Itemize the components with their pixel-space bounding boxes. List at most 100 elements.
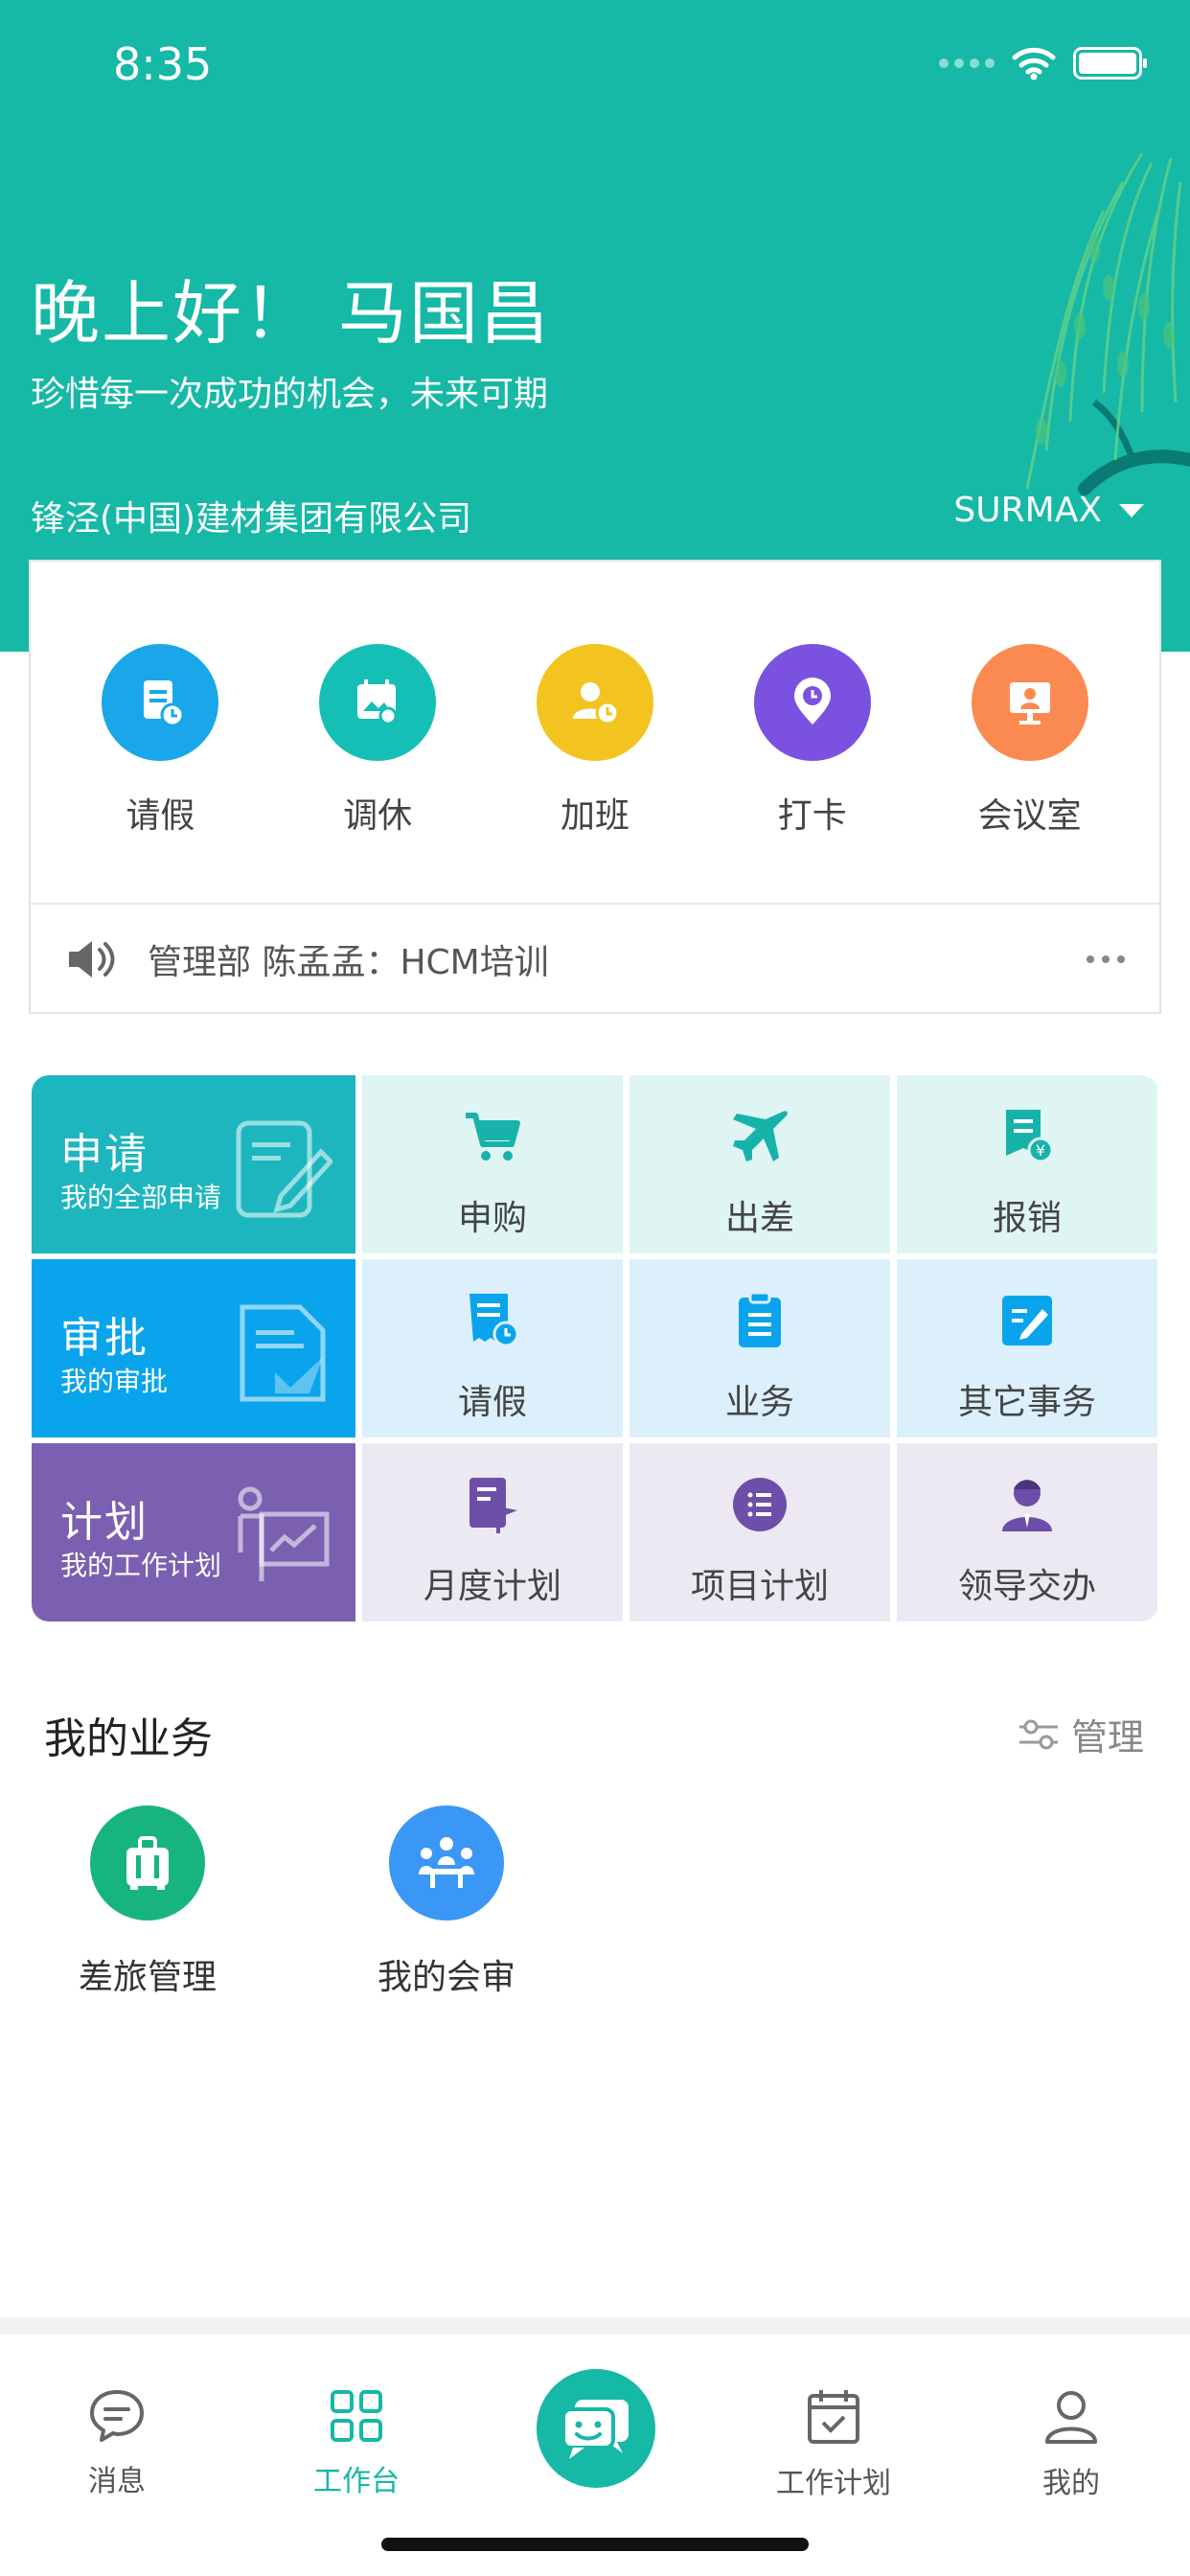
- grid-item-label: 申购: [457, 1199, 527, 1238]
- quick-action-overtime[interactable]: 加班: [499, 562, 691, 903]
- tab-label: 消息: [88, 2465, 146, 2498]
- plan-leader-assigned-button[interactable]: 领导交办: [897, 1443, 1157, 1622]
- approve-business-button[interactable]: 业务: [629, 1259, 890, 1438]
- manage-label: 管理: [1070, 1716, 1144, 1759]
- plan-title: 计划: [60, 1498, 149, 1547]
- notice-bar[interactable]: 管理部 陈孟孟：HCM培训: [31, 903, 1159, 1014]
- quick-action-label: 打卡: [777, 796, 847, 836]
- clipboard-icon: [727, 1288, 792, 1353]
- status-time: 8:35: [113, 38, 213, 90]
- tab-work-plan[interactable]: 工作计划: [738, 2388, 929, 2501]
- caret-down-icon: [1119, 503, 1144, 518]
- apply-business-trip-button[interactable]: 出差: [629, 1075, 890, 1254]
- battery-icon: [1073, 47, 1147, 80]
- list-circle-icon: [727, 1472, 792, 1537]
- greeting-title: 晚上好！ 马国昌: [31, 273, 551, 354]
- quick-action-label: 加班: [560, 796, 629, 836]
- grid-item-label: 领导交办: [957, 1567, 1096, 1606]
- quick-action-leave[interactable]: 请假: [64, 562, 256, 903]
- grid-item-label: 月度计划: [423, 1567, 561, 1606]
- quick-action-clock-in[interactable]: 打卡: [717, 562, 908, 903]
- business-item-label: 差旅管理: [78, 1958, 217, 1997]
- apply-reimbursement-button[interactable]: ¥ 报销: [897, 1075, 1157, 1254]
- wifi-icon: [1012, 47, 1056, 80]
- approve-other-matters-button[interactable]: 其它事务: [897, 1259, 1157, 1438]
- apply-row: 申请 我的全部申请 申购 出差 ¥ 报销: [32, 1075, 1158, 1254]
- tab-label: 我的: [1042, 2467, 1100, 2500]
- quick-action-meeting-room[interactable]: 会议室: [934, 562, 1126, 903]
- quick-actions-card: 请假 调休 加班 打卡 会议室 管理部 陈孟孟：HCM培训: [29, 560, 1161, 1014]
- presentation-illustration-icon: [238, 1486, 330, 1581]
- my-business-title: 我的业务: [44, 1714, 213, 1763]
- user-icon: [1045, 2391, 1097, 2444]
- plan-header-button[interactable]: 计划 我的工作计划: [32, 1443, 355, 1622]
- approve-title: 审批: [60, 1314, 149, 1363]
- quick-action-compensatory-leave[interactable]: 调休: [282, 562, 473, 903]
- calendar-image-icon: [319, 644, 437, 761]
- tab-messages[interactable]: 消息: [21, 2388, 213, 2499]
- svg-text:¥: ¥: [1036, 1141, 1045, 1160]
- more-icon[interactable]: [1087, 955, 1125, 963]
- status-indicators: [939, 46, 1147, 80]
- function-grid: 申请 我的全部申请 申购 出差 ¥ 报销 审批 我的审批 请假 业务 其它事务 …: [32, 1075, 1158, 1622]
- quick-action-label: 会议室: [977, 796, 1082, 836]
- flag-doc-icon: [460, 1472, 525, 1537]
- tab-profile[interactable]: 我的: [975, 2388, 1167, 2501]
- tab-label: 工作计划: [776, 2467, 891, 2500]
- grid-item-label: 请假: [457, 1383, 527, 1422]
- notice-text: 管理部 陈孟孟：HCM培训: [148, 943, 549, 982]
- quick-action-label: 请假: [126, 796, 195, 836]
- chat-bubble-icon: [90, 2390, 144, 2442]
- greeting-motto: 珍惜每一次成功的机会，未来可期: [31, 375, 549, 414]
- airplane-icon: [727, 1104, 792, 1169]
- edit-doc-icon: [995, 1288, 1060, 1353]
- grid-icon: [331, 2390, 382, 2442]
- manage-button[interactable]: 管理: [1018, 1708, 1144, 1760]
- business-item-label: 我的会审: [377, 1958, 515, 1997]
- company-name: 锋泾(中国)建材集团有限公司: [31, 499, 472, 539]
- my-review-meeting[interactable]: 我的会审: [341, 1806, 552, 1999]
- tab-workbench[interactable]: 工作台: [261, 2388, 452, 2499]
- leave-form-icon: [102, 644, 219, 761]
- speaker-icon: [69, 941, 115, 978]
- business-travel-management[interactable]: 差旅管理: [42, 1806, 253, 1999]
- chat-smile-icon: [561, 2400, 629, 2459]
- approve-header-button[interactable]: 审批 我的审批: [32, 1259, 355, 1438]
- apply-purchase-button[interactable]: 申购: [362, 1075, 623, 1254]
- document-check-illustration-icon: [240, 1304, 326, 1402]
- org-switch-label: SURMAX: [953, 491, 1102, 530]
- approve-leave-button[interactable]: 请假: [362, 1259, 623, 1438]
- approve-subtitle: 我的审批: [60, 1366, 169, 1397]
- quick-actions-row: 请假 调休 加班 打卡 会议室: [31, 562, 1159, 903]
- plan-row: 计划 我的工作计划 月度计划 项目计划 领导交办: [32, 1443, 1158, 1622]
- grid-item-label: 业务: [724, 1383, 794, 1422]
- apply-header-button[interactable]: 申请 我的全部申请: [32, 1075, 355, 1254]
- grid-item-label: 其它事务: [957, 1383, 1096, 1422]
- cart-icon: [460, 1104, 525, 1169]
- home-indicator[interactable]: [381, 2538, 809, 2551]
- receipt-yen-icon: ¥: [995, 1104, 1060, 1169]
- meeting-icon: [389, 1806, 504, 1920]
- org-switch-button[interactable]: SURMAX: [953, 491, 1144, 530]
- plan-monthly-button[interactable]: 月度计划: [362, 1443, 623, 1622]
- signal-icon: [939, 58, 995, 68]
- grid-item-label: 项目计划: [690, 1567, 829, 1606]
- leader-icon: [995, 1472, 1060, 1537]
- apply-title: 申请: [60, 1130, 149, 1179]
- person-clock-icon: [536, 644, 653, 761]
- grid-item-label: 报销: [992, 1199, 1062, 1238]
- willow-decoration: [1025, 152, 1190, 495]
- plan-project-button[interactable]: 项目计划: [629, 1443, 890, 1622]
- tab-chat-assistant[interactable]: [537, 2369, 655, 2488]
- header-banner: 8:35 晚上好！ 马国昌 珍惜每一次成功的机会，未来可期 锋泾(中国)建材集团…: [0, 0, 1190, 652]
- edit-form-illustration-icon: [236, 1120, 332, 1218]
- plan-subtitle: 我的工作计划: [60, 1550, 222, 1581]
- apply-subtitle: 我的全部申请: [60, 1182, 222, 1213]
- calendar-check-icon: [808, 2390, 859, 2444]
- quick-action-label: 调休: [343, 796, 413, 836]
- tab-label: 工作台: [313, 2465, 400, 2498]
- grid-item-label: 出差: [724, 1199, 794, 1238]
- sliders-icon: [1018, 1719, 1058, 1749]
- approve-row: 审批 我的审批 请假 业务 其它事务: [32, 1259, 1158, 1438]
- monitor-person-icon: [971, 644, 1088, 761]
